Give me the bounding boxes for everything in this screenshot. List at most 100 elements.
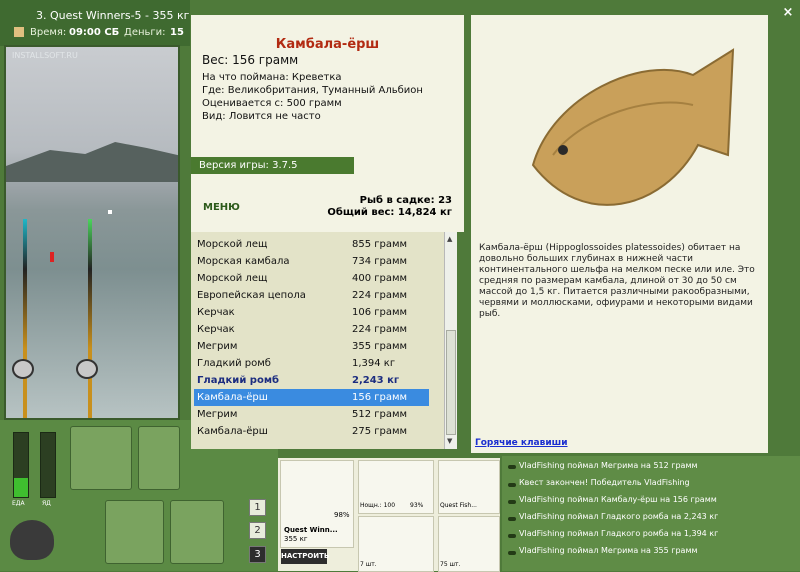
catch-weight: 275 грамм xyxy=(352,426,408,437)
tackle-panel: Quest Winn... 355 кг 98% Нощн.: 100 93% … xyxy=(278,458,500,572)
fish-info-panel: Камбала-ёрш (Hippoglossoides platessoide… xyxy=(471,15,768,453)
hook-count: 7 шт. xyxy=(360,561,377,568)
rod-weight: 355 кг xyxy=(284,535,308,543)
float-marker-icon xyxy=(108,210,112,214)
fish-weight: Вес: 156 грамм xyxy=(202,53,299,67)
list-item[interactable]: Морской лещ 855 грамм xyxy=(194,236,429,253)
time-value: 09:00 СБ xyxy=(69,27,120,38)
scroll-thumb[interactable] xyxy=(446,330,456,435)
food-meter xyxy=(13,432,29,498)
menu-button[interactable]: МЕНЮ xyxy=(203,202,240,213)
close-button[interactable]: × xyxy=(781,6,795,20)
log-bullet-icon xyxy=(508,483,516,487)
log-line: VladFishing поймал Мегрима на 355 грамм xyxy=(519,546,698,555)
log-bullet-icon xyxy=(508,517,516,521)
reel-percent: 93% xyxy=(410,502,424,509)
log-bullet-icon xyxy=(508,500,516,504)
list-item[interactable]: Европейская цепола 224 грамм xyxy=(194,287,429,304)
list-item[interactable]: Керчак 106 грамм xyxy=(194,304,429,321)
catch-weight: 1,394 кг xyxy=(352,358,396,369)
line-label: Quest Fish... xyxy=(440,502,477,509)
list-item[interactable]: Морская камбала 734 грамм xyxy=(194,253,429,270)
tab-2[interactable]: 2 xyxy=(249,522,266,539)
hills xyxy=(6,142,178,182)
catch-weight: 400 грамм xyxy=(352,273,408,284)
event-log: VladFishing поймал Мегрима на 512 грамм … xyxy=(502,456,800,571)
fish-value: Оценивается с: 500 грамм xyxy=(202,98,342,109)
catch-name: Камбала-ёрш xyxy=(197,392,268,403)
fish-frequency: Вид: Ловится не часто xyxy=(202,111,321,122)
catch-name: Морской лещ xyxy=(197,239,268,250)
catch-list[interactable]: Морской лещ 855 грамм Морская камбала 734 … xyxy=(191,232,444,449)
rod-name: Quest Winn... xyxy=(284,526,338,534)
catch-name: Мегрим xyxy=(197,341,238,352)
bait-count: 75 шт. xyxy=(440,561,461,568)
log-line: VladFishing поймал Гладкого ромба на 1,3… xyxy=(519,529,719,538)
catch-list-scrollbar[interactable]: ▲ ▼ xyxy=(444,232,457,449)
version-bar: Версия игры: 3.7.5 xyxy=(191,157,354,174)
setup-button[interactable]: НАСТРОИТЬ xyxy=(281,549,329,564)
watermark: INSTALLSOFT.RU xyxy=(12,51,78,60)
cauldron-icon[interactable] xyxy=(10,520,54,560)
fish-location: Где: Великобритания, Туманный Альбион xyxy=(202,85,423,96)
list-item[interactable]: Камбала-ёрш 275 грамм xyxy=(194,423,429,440)
fishing-rod-1[interactable] xyxy=(23,219,27,418)
catch-name: Европейская цепола xyxy=(197,290,306,301)
log-line: VladFishing поймал Мегрима на 512 грамм xyxy=(519,461,698,470)
log-bullet-icon xyxy=(508,465,516,469)
catch-weight: 2,243 кг xyxy=(352,375,400,386)
list-item-selected[interactable]: Камбала-ёрш 156 грамм xyxy=(194,389,429,406)
reel-1-icon[interactable] xyxy=(12,359,34,379)
catch-name: Керчак xyxy=(197,324,235,335)
list-item[interactable]: Мегрим 512 грамм xyxy=(194,406,429,423)
fish-name: Камбала-ёрш xyxy=(275,37,380,52)
catch-weight: 106 грамм xyxy=(352,307,408,318)
catch-name: Гладкий ромб xyxy=(197,375,279,386)
catch-weight: 734 грамм xyxy=(352,256,408,267)
money-value: 15 xyxy=(170,27,184,38)
fishing-scene[interactable]: INSTALLSOFT.RU xyxy=(4,45,180,420)
log-line: VladFishing поймал Гладкого ромба на 2,2… xyxy=(519,512,719,521)
scroll-up-icon[interactable]: ▲ xyxy=(447,235,452,243)
clock-icon xyxy=(14,27,24,37)
time-label: Время: xyxy=(30,27,67,38)
catch-name: Камбала-ёрш xyxy=(197,426,268,437)
catch-name: Керчак xyxy=(197,307,235,318)
catch-weight: 512 грамм xyxy=(352,409,408,420)
catch-weight: 224 грамм xyxy=(352,324,408,335)
fish-image xyxy=(531,48,735,206)
bucket-icon[interactable] xyxy=(170,500,224,564)
catch-name: Морской лещ xyxy=(197,273,268,284)
fish-bait: На что поймана: Креветка xyxy=(202,72,342,83)
list-item[interactable]: Морской лещ 400 грамм xyxy=(194,270,429,287)
scroll-down-icon[interactable]: ▼ xyxy=(447,437,452,445)
tackle-box-icon[interactable] xyxy=(70,426,132,490)
catch-name: Морская камбала xyxy=(197,256,290,267)
list-item[interactable]: Гладкий ромб 1,394 кг xyxy=(194,355,429,372)
catch-weight: 355 грамм xyxy=(352,341,408,352)
tab-1[interactable]: 1 xyxy=(249,499,266,516)
list-item[interactable]: Керчак 224 грамм xyxy=(194,321,429,338)
fishing-rod-2[interactable] xyxy=(88,219,92,418)
window-title: 3. Quest Winners-5 - 355 кг xyxy=(36,9,190,22)
catch-name: Гладкий ромб xyxy=(197,358,271,369)
log-bullet-icon xyxy=(508,534,516,538)
catch-weight: 156 грамм xyxy=(352,392,408,403)
food-label: ЕДА xyxy=(12,500,25,507)
reel-2-icon[interactable] xyxy=(76,359,98,379)
fish-stats-panel: Камбала-ёрш Вес: 156 грамм На что пойман… xyxy=(191,15,464,232)
food-meter-fill xyxy=(14,477,28,497)
float-icon[interactable] xyxy=(50,252,54,262)
list-item[interactable]: Мегрим 355 грамм xyxy=(194,338,429,355)
log-line: Квест закончен! Победитель VladFishing xyxy=(519,478,690,487)
tab-3[interactable]: 3 xyxy=(249,546,266,563)
total-weight: Общий вес: 14,824 кг xyxy=(327,207,452,218)
reel-label: Нощн.: 100 xyxy=(360,502,396,509)
list-item[interactable]: Гладкий ромб 2,243 кг xyxy=(194,372,429,389)
bait-bag-icon[interactable] xyxy=(138,426,180,490)
catch-weight: 855 грамм xyxy=(352,239,408,250)
food-basket-icon[interactable] xyxy=(105,500,164,564)
hotkeys-link[interactable]: Горячие клавиши xyxy=(475,438,568,448)
catch-count: Рыб в садке: 23 xyxy=(359,195,452,206)
fish-description: Камбала-ёрш (Hippoglossoides platessoide… xyxy=(479,243,755,319)
